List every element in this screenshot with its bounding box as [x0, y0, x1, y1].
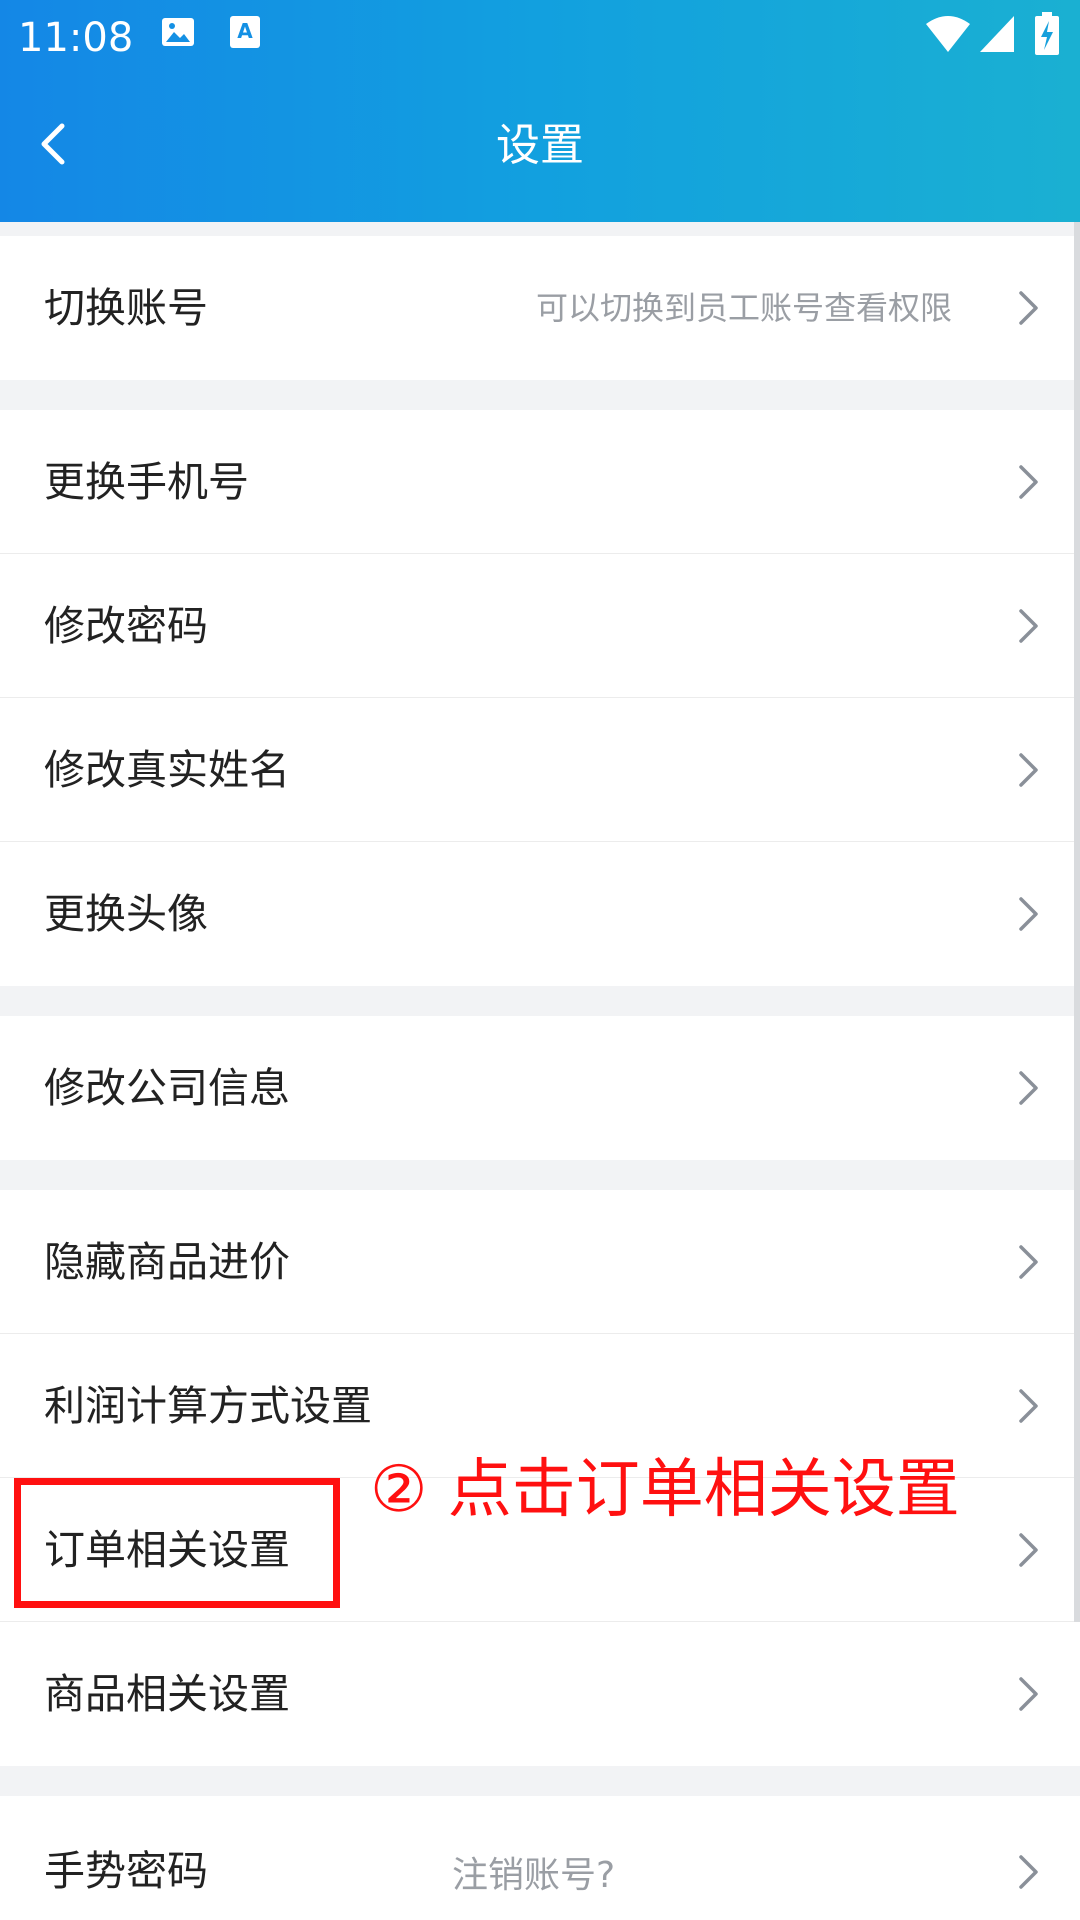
row-product-settings[interactable]: 商品相关设置	[0, 1622, 1080, 1766]
annotation-text: ② 点击订单相关设置	[370, 1453, 960, 1527]
status-time: 11:08	[18, 15, 134, 61]
row-label: 切换账号	[44, 284, 208, 332]
signal-icon	[978, 14, 1016, 58]
row-change-avatar[interactable]: 更换头像	[0, 842, 1080, 986]
row-label: 更换头像	[44, 890, 208, 938]
row-hide-purchase-price[interactable]: 隐藏商品进价	[0, 1190, 1080, 1334]
row-label: 商品相关设置	[44, 1670, 290, 1718]
cancel-account-link[interactable]: 注销账号?	[452, 1796, 615, 1920]
chevron-right-icon	[1019, 1533, 1038, 1567]
settings-group-security: 手势密码 注销账号?	[0, 1796, 1080, 1920]
chevron-right-icon	[1019, 1389, 1038, 1423]
chevron-right-icon	[1019, 291, 1038, 325]
status-bar: 11:08 A	[0, 0, 1080, 76]
row-switch-account[interactable]: 切换账号 可以切换到员工账号查看权限	[0, 236, 1080, 380]
row-edit-company-info[interactable]: 修改公司信息	[0, 1016, 1080, 1160]
page-title: 设置	[496, 120, 584, 171]
row-change-real-name[interactable]: 修改真实姓名	[0, 698, 1080, 842]
chevron-right-icon	[1019, 465, 1038, 499]
settings-group-company: 修改公司信息	[0, 1016, 1080, 1160]
font-a-icon: A	[228, 14, 262, 54]
chevron-right-icon	[1019, 1677, 1038, 1711]
row-gesture-password[interactable]: 手势密码 注销账号?	[0, 1796, 1080, 1920]
chevron-right-icon	[1019, 753, 1038, 787]
image-icon	[160, 14, 196, 54]
settings-group-account: 切换账号 可以切换到员工账号查看权限	[0, 236, 1080, 380]
chevron-right-icon	[1019, 1855, 1038, 1889]
row-label: 修改密码	[44, 602, 208, 650]
row-hint: 可以切换到员工账号查看权限	[535, 289, 952, 327]
scrollbar-track	[1074, 222, 1080, 1622]
chevron-right-icon	[1019, 1245, 1038, 1279]
row-label: 更换手机号	[44, 458, 249, 506]
row-change-password[interactable]: 修改密码	[0, 554, 1080, 698]
chevron-right-icon	[1019, 1071, 1038, 1105]
wifi-icon	[924, 14, 972, 58]
settings-list: 切换账号 可以切换到员工账号查看权限 更换手机号 修改密码 修改真实姓名 更换头…	[0, 222, 1080, 1920]
row-label: 利润计算方式设置	[44, 1382, 372, 1430]
annotation-highlight-box	[14, 1478, 340, 1608]
chevron-right-icon	[1019, 897, 1038, 931]
row-label: 隐藏商品进价	[44, 1238, 290, 1286]
settings-group-profile: 更换手机号 修改密码 修改真实姓名 更换头像	[0, 410, 1080, 986]
row-label: 修改真实姓名	[44, 746, 290, 794]
row-label: 修改公司信息	[44, 1064, 290, 1112]
svg-text:A: A	[237, 19, 253, 43]
battery-charging-icon	[1034, 12, 1060, 60]
chevron-right-icon	[1019, 609, 1038, 643]
app-header: 11:08 A 设置	[0, 0, 1080, 222]
row-change-phone[interactable]: 更换手机号	[0, 410, 1080, 554]
row-label: 手势密码	[44, 1847, 208, 1895]
